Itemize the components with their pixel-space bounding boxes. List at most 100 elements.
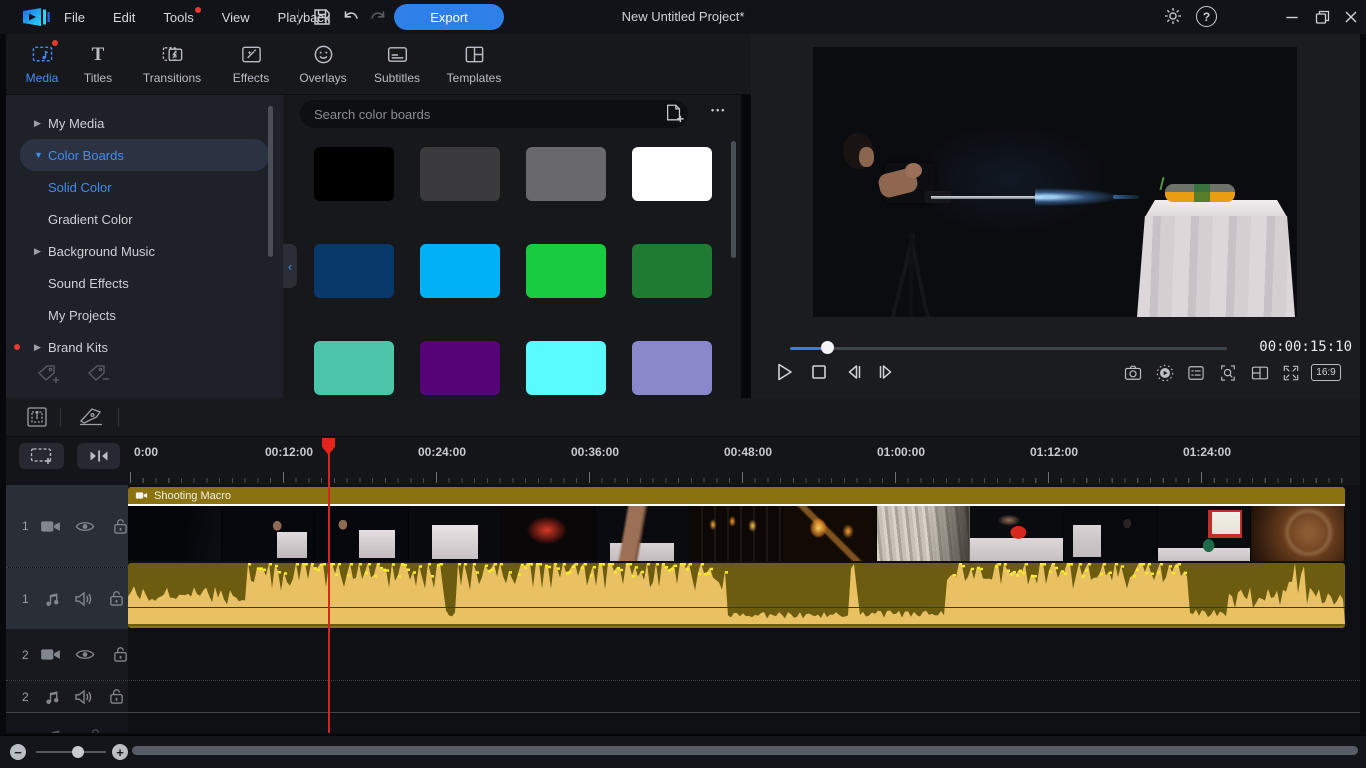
ruler-label: 00:12:00: [265, 445, 313, 459]
sidebar-item-gradient-color[interactable]: Gradient Color: [6, 203, 283, 235]
videocam-icon: [40, 647, 61, 662]
tab-transitions[interactable]: Transitions: [128, 34, 216, 94]
video-track-2-header: 2: [6, 629, 128, 680]
sidebar-item-color-boards[interactable]: ▼ Color Boards: [20, 139, 269, 171]
asset-tab-strip: Media Titles Transitions: [6, 34, 751, 95]
sidebar-item-my-projects[interactable]: ▶ My Projects: [6, 299, 283, 331]
save-icon[interactable]: [312, 7, 332, 27]
menu-view[interactable]: View: [222, 10, 250, 25]
undo-icon[interactable]: [341, 7, 361, 27]
menu-tools[interactable]: Tools: [163, 10, 193, 25]
color-swatch-teal[interactable]: [314, 341, 394, 395]
settings-gear-icon[interactable]: [1163, 6, 1183, 26]
menu-file[interactable]: File: [64, 10, 85, 25]
audio-track-1-header: 1: [6, 568, 128, 629]
video-track-2[interactable]: 2: [6, 629, 1360, 680]
sidebar-item-my-media[interactable]: ▶ My Media: [6, 107, 283, 139]
audio-clip-shooting-macro[interactable]: [128, 563, 1345, 628]
redo-icon[interactable]: [368, 7, 388, 27]
video-viewport[interactable]: [813, 47, 1297, 317]
color-swatch-dark-green[interactable]: [632, 244, 712, 298]
color-swatch-navy[interactable]: [314, 244, 394, 298]
lock-icon[interactable]: [109, 590, 124, 607]
swatch-scrollbar[interactable]: [731, 141, 736, 258]
speaker-icon[interactable]: [74, 689, 93, 705]
collapse-panel-chevron[interactable]: [283, 244, 297, 288]
snapshot-camera-icon[interactable]: [1123, 363, 1143, 383]
lock-icon[interactable]: [113, 518, 128, 535]
tab-titles[interactable]: Titles: [68, 34, 128, 94]
stop-button[interactable]: [808, 361, 830, 383]
more-options-icon[interactable]: [711, 101, 733, 123]
sidebar-item-background-music[interactable]: ▶ Background Music: [6, 235, 283, 267]
tab-effects[interactable]: Effects: [216, 34, 286, 94]
preview-zoom-icon[interactable]: [1218, 363, 1238, 383]
lock-icon[interactable]: [113, 646, 128, 663]
next-frame-button[interactable]: [875, 361, 897, 383]
speaker-icon[interactable]: [74, 591, 93, 607]
timeline-horizontal-scrollbar[interactable]: [132, 746, 1358, 755]
render-preview-icon[interactable]: [1155, 363, 1175, 383]
timeline-range-tool-icon[interactable]: [24, 404, 50, 430]
sidebar-item-brand-kits[interactable]: ▶ Brand Kits: [6, 331, 283, 363]
aspect-ratio-badge[interactable]: 16:9: [1311, 364, 1341, 381]
video-clip-shooting-macro[interactable]: Shooting Macro: [128, 487, 1345, 561]
track-number: 1: [22, 519, 30, 533]
play-button[interactable]: [773, 361, 795, 383]
import-file-icon[interactable]: [664, 103, 684, 123]
color-swatch-gray[interactable]: [526, 147, 606, 201]
razor-split-icon[interactable]: [76, 404, 106, 430]
preview-panel: 00:00:15:10: [751, 34, 1360, 398]
collapse-arrow-icon: ▶: [34, 118, 44, 129]
ruler-label: 01:24:00: [1183, 445, 1231, 459]
color-board-panel: [283, 95, 741, 398]
lock-icon[interactable]: [109, 688, 124, 705]
markers-list-icon[interactable]: [1186, 363, 1206, 383]
timeline-zoom-slider[interactable]: [36, 751, 106, 753]
eye-visibility-icon[interactable]: [75, 520, 95, 533]
color-swatch-cyan[interactable]: [526, 341, 606, 395]
sidebar-scrollbar[interactable]: [268, 106, 273, 257]
color-swatch-azure[interactable]: [420, 244, 500, 298]
templates-icon: [463, 43, 486, 66]
export-button[interactable]: Export: [394, 4, 504, 30]
project-title: New Untitled Project*: [622, 9, 745, 24]
search-input[interactable]: [300, 100, 688, 128]
color-swatch-lavender[interactable]: [632, 341, 712, 395]
restore-icon[interactable]: [1313, 8, 1331, 26]
color-swatch-dark-gray[interactable]: [420, 147, 500, 201]
color-swatch-white[interactable]: [632, 147, 712, 201]
remove-tag-icon[interactable]: [86, 363, 110, 385]
clip-title-bar: Shooting Macro: [128, 487, 1345, 506]
fullscreen-icon[interactable]: [1281, 363, 1301, 383]
previous-frame-button[interactable]: [843, 361, 865, 383]
timeline-ruler[interactable]: 0:00 00:12:00 00:24:00 00:36:00 00:48:00…: [6, 437, 1360, 485]
eye-visibility-icon[interactable]: [75, 648, 95, 661]
close-icon[interactable]: [1342, 8, 1360, 26]
add-tag-icon[interactable]: [36, 363, 60, 385]
tab-templates[interactable]: Templates: [434, 34, 514, 94]
sidebar-item-solid-color[interactable]: Solid Color: [6, 171, 283, 203]
ruler-label: 00:36:00: [571, 445, 619, 459]
tab-subtitles[interactable]: Subtitles: [360, 34, 434, 94]
sidebar-item-sound-effects[interactable]: ▶ Sound Effects: [6, 267, 283, 299]
timeline-zoom-handle[interactable]: [72, 746, 84, 758]
zoom-out-button[interactable]: [10, 744, 26, 760]
color-swatch-purple[interactable]: [420, 341, 500, 395]
color-swatch-black[interactable]: [314, 147, 394, 201]
add-placeholder-button[interactable]: [19, 443, 64, 469]
clip-volume-line[interactable]: [128, 607, 1345, 608]
tab-media[interactable]: Media: [16, 34, 68, 94]
help-icon[interactable]: [1196, 6, 1217, 27]
snapping-button[interactable]: [77, 443, 120, 469]
seek-bar[interactable]: [790, 347, 1227, 350]
scene-hand: [905, 163, 922, 178]
tab-overlays[interactable]: Overlays: [286, 34, 360, 94]
audio-track-2[interactable]: 2: [6, 681, 1360, 712]
zoom-in-button[interactable]: [112, 744, 128, 760]
menu-edit[interactable]: Edit: [113, 10, 135, 25]
split-screen-icon[interactable]: [1250, 363, 1270, 383]
minimize-icon[interactable]: [1283, 8, 1301, 26]
color-swatch-green[interactable]: [526, 244, 606, 298]
seek-handle[interactable]: [821, 341, 834, 354]
